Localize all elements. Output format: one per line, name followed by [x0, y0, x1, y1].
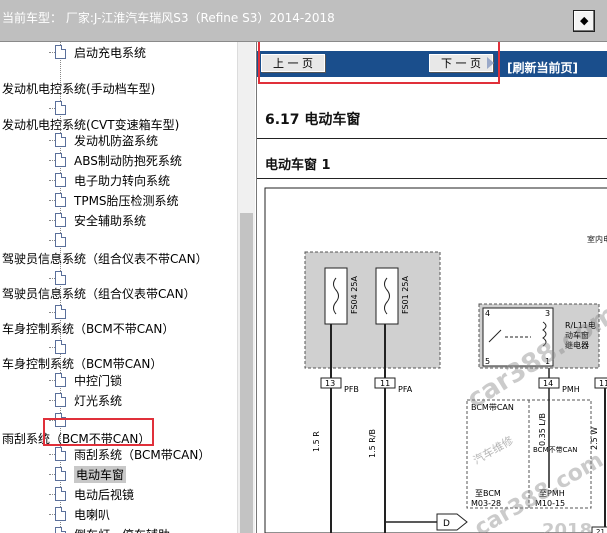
sidebar-tree: 启动充电系统 发动机电控系统(手动档车型) 发动机电控系统(CVT变速箱车型) 发动机…: [0, 42, 237, 533]
connector-11b-label: 11: [599, 379, 607, 388]
connector-13-label: 13: [325, 379, 335, 388]
document-icon: [55, 487, 66, 501]
sidebar-item[interactable]: 发动机防盗系统: [49, 130, 159, 150]
pfa-label: PFA: [398, 385, 413, 394]
document-icon: [55, 467, 66, 481]
fuse-fs01: [375, 267, 399, 325]
document-icon: [55, 233, 66, 247]
connector-21-label: 21: [596, 528, 605, 533]
pmh-label: PMH: [562, 385, 580, 394]
sidebar-item[interactable]: TPMS胎压检测系统: [49, 190, 179, 210]
connector-11a-label: 11: [380, 379, 390, 388]
refresh-page-link[interactable]: [刷新当前页]: [507, 59, 578, 76]
wire-15r-label: 1.5 R: [312, 431, 321, 452]
relay-pin-5: 5: [485, 357, 490, 366]
node-d: [436, 513, 468, 531]
document-icon: [55, 447, 66, 461]
sidebar-item-label: 电子助力转向系统: [74, 173, 171, 188]
sidebar-item[interactable]: 灯光系统: [49, 390, 123, 410]
diagram-divider: [257, 178, 607, 179]
sidebar-category[interactable]: 驾驶员信息系统（组合仪表不带CAN）: [2, 248, 208, 268]
section-divider: [257, 138, 607, 139]
document-icon: [55, 373, 66, 387]
fuse-fs04-label: FS04 25A: [350, 276, 359, 314]
sidebar-scrollbar-thumb[interactable]: [240, 213, 253, 533]
wire-15rb-label: 1.5 R/B: [368, 429, 377, 458]
sidebar-category[interactable]: 发动机电控系统(手动档车型): [2, 78, 155, 98]
document-icon: [55, 101, 66, 115]
sidebar-item-label: 电喇叭: [74, 507, 111, 522]
sidebar-item[interactable]: 电喇叭: [49, 504, 111, 524]
sidebar-category[interactable]: 驾驶员信息系统（组合仪表带CAN）: [2, 283, 196, 303]
sidebar-item-selected[interactable]: 电动车窗: [49, 464, 127, 484]
diamond-icon: ◆: [580, 14, 589, 27]
sidebar-item-label: 驾驶员信息系统（组合仪表不带CAN）: [2, 251, 208, 266]
page-nav-bar: 上 一 页 下 一 页 [刷新当前页]: [257, 42, 607, 84]
sidebar-item[interactable]: 雨刮系统（BCM带CAN）: [49, 444, 211, 464]
bcm-no-can-label: BCM不带CAN: [533, 446, 578, 454]
sidebar-item[interactable]: ABS制动防抱死系统: [49, 150, 182, 170]
relay-pin-3: 3: [545, 309, 550, 318]
document-icon: [55, 340, 66, 354]
document-icon: [55, 213, 66, 227]
nav-highlight-box: [258, 42, 500, 84]
node-d-label: D: [443, 519, 450, 529]
sidebar-item-label: 中控门锁: [74, 373, 123, 388]
fuse-fs01-label: FS01 25A: [401, 276, 410, 314]
document-icon: [55, 507, 66, 521]
selected-item-highlight: [43, 418, 154, 446]
current-model-title: 当前车型： 厂家:J-江淮汽车瑞风S3（Refine S3）2014-2018: [2, 11, 335, 25]
connector-14-label: 14: [543, 379, 553, 388]
sidebar-item-label: 电动车窗: [74, 465, 127, 483]
sidebar-item-label: ABS制动防抱死系统: [74, 153, 182, 168]
pfb-label: PFB: [344, 385, 359, 394]
sidebar-item[interactable]: 安全辅助系统: [49, 210, 147, 230]
sidebar-item[interactable]: 电子助力转向系统: [49, 170, 171, 190]
sidebar-item-label: 发动机电控系统(手动档车型): [2, 81, 156, 96]
sidebar-item-label: 安全辅助系统: [74, 213, 147, 228]
fuse-fs04: [324, 267, 348, 325]
relay-pin-4: 4: [485, 309, 490, 318]
to-bcm-label: 至BCM: [475, 489, 501, 498]
sidebar-item-label: 启动充电系统: [74, 45, 147, 60]
dock-button[interactable]: ◆: [573, 10, 595, 32]
sidebar-item[interactable]: [49, 230, 74, 250]
diagram-title: 电动车窗 1: [265, 158, 331, 173]
watermark-year: 2018: [542, 520, 593, 533]
title-bar: 当前车型： 厂家:J-江淮汽车瑞风S3（Refine S3）2014-2018 …: [0, 0, 607, 42]
sidebar-item[interactable]: 电动后视镜: [49, 484, 135, 504]
sidebar-item[interactable]: 中控门锁: [49, 370, 123, 390]
document-icon: [55, 45, 66, 59]
sidebar-item[interactable]: 启动充电系统: [49, 42, 147, 62]
room-label: 室内电: [587, 234, 607, 244]
sidebar-item[interactable]: 倒车灯、停车辅助: [55, 524, 170, 533]
document-icon: [55, 133, 66, 147]
document-icon: [55, 305, 66, 319]
section-title: 6.17 电动车窗: [265, 112, 361, 128]
wire-035-label: 0.35 L/B: [538, 413, 547, 446]
sidebar-item-label: 车身控制系统（BCM带CAN）: [2, 356, 163, 371]
sidebar-item-label: 倒车灯、停车辅助: [74, 526, 170, 533]
sidebar-item-label: 电动后视镜: [74, 487, 135, 502]
sidebar-item-label: 车身控制系统（BCM不带CAN）: [2, 321, 175, 336]
sidebar-item-label: 雨刮系统（BCM带CAN）: [74, 447, 211, 462]
document-icon: [55, 193, 66, 207]
content-pane: 上 一 页 下 一 页 [刷新当前页] 6.17 电动车窗 电动车窗 1 室内电…: [256, 42, 607, 533]
document-icon: [55, 527, 66, 533]
sidebar-item-label: 驾驶员信息系统（组合仪表带CAN）: [2, 286, 196, 301]
document-icon: [55, 393, 66, 407]
document-icon: [55, 153, 66, 167]
sidebar-item-label: 灯光系统: [74, 393, 123, 408]
sidebar-item-label: 发动机防盗系统: [74, 133, 159, 148]
sidebar-category[interactable]: 车身控制系统（BCM不带CAN）: [2, 318, 174, 338]
sidebar-item-label: TPMS胎压检测系统: [74, 193, 179, 208]
document-icon: [55, 173, 66, 187]
